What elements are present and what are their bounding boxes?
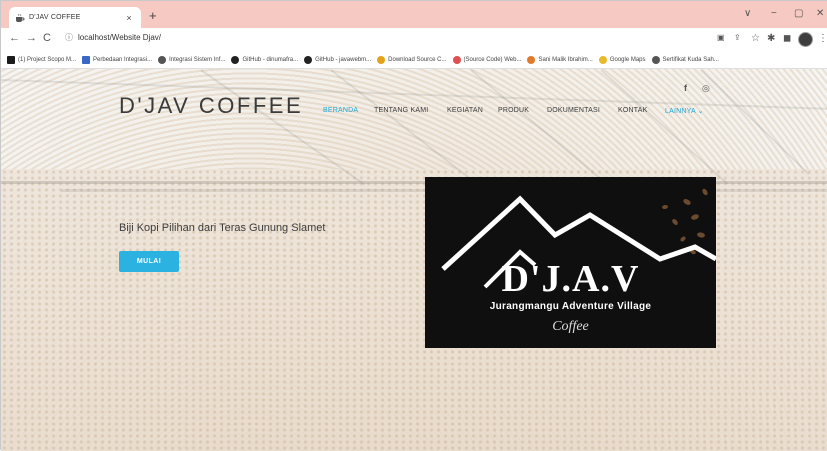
- hero-tagline: Biji Kopi Pilihan dari Teras Gunung Slam…: [119, 222, 326, 234]
- bookmark-item[interactable]: GitHub - dinumafra...: [231, 55, 298, 64]
- bookmark-item[interactable]: GitHub - javawebm...: [304, 55, 371, 64]
- maps-icon: [598, 55, 607, 64]
- github-icon: [304, 55, 313, 64]
- share-icon[interactable]: ⇪: [734, 33, 741, 42]
- logo-script: Coffee: [552, 319, 589, 334]
- source-icon: [452, 55, 461, 64]
- logo-subtitle: Jurangmangu Adventure Village: [489, 301, 652, 312]
- logo-mark: D'J.A.V: [501, 258, 640, 300]
- mulai-button[interactable]: MULAI: [119, 251, 179, 272]
- nav-beranda[interactable]: BERANDA: [323, 107, 358, 114]
- site-brand[interactable]: D'JAV COFFEE: [119, 93, 303, 119]
- bookmark-mail-icon: [82, 55, 91, 64]
- tab-search-icon[interactable]: ∨: [744, 8, 751, 19]
- bookmark-a-icon: [7, 55, 15, 64]
- star-icon[interactable]: ☆: [751, 33, 760, 44]
- bookmark-item[interactable]: (1) Project Scopo M...: [7, 55, 76, 64]
- tab-djav-coffee[interactable]: D'JAV COFFEE ×: [9, 7, 141, 28]
- coffee-cup-icon: [15, 13, 25, 23]
- nav-tentang-kami[interactable]: TENTANG KAMI: [374, 107, 428, 114]
- bookmark-item[interactable]: Sertifikat Kuda Sah...: [651, 55, 719, 64]
- browser-window: D'JAV COFFEE × + ∨ − ▢ ✕ ← → C ⓘ localho…: [0, 0, 827, 451]
- new-tab-button[interactable]: +: [149, 8, 157, 23]
- bookmark-item[interactable]: (Source Code) Web...: [452, 55, 521, 64]
- nav-lainnya[interactable]: LAINNYA ⌄: [665, 107, 704, 115]
- bookmark-item[interactable]: Download Source C...: [377, 55, 447, 64]
- tab-close-icon[interactable]: ×: [123, 13, 135, 23]
- back-icon[interactable]: ←: [9, 32, 20, 44]
- install-icon[interactable]: ▣: [717, 33, 725, 42]
- sidepanel-icon[interactable]: ◼: [783, 33, 791, 44]
- profile-icon[interactable]: [798, 32, 813, 47]
- more-icon[interactable]: ⋮: [818, 33, 827, 44]
- bookmark-item[interactable]: Sani Malik Ibrahim...: [527, 55, 593, 64]
- nav-kontak[interactable]: KONTAK: [618, 107, 647, 114]
- url-text: localhost/Website Djav/: [78, 33, 161, 42]
- instagram-icon[interactable]: ◎: [702, 83, 710, 94]
- djav-logo-image: D'J.A.V Jurangmangu Adventure Village Co…: [425, 177, 716, 348]
- nav-kegiatan[interactable]: KEGIATAN: [447, 107, 483, 114]
- github-icon: [231, 55, 240, 64]
- close-window-icon[interactable]: ✕: [816, 8, 824, 19]
- maximize-icon[interactable]: ▢: [794, 8, 803, 19]
- globe-icon: [651, 55, 660, 64]
- forward-icon[interactable]: →: [26, 32, 37, 44]
- bookmark-item[interactable]: Google Maps: [598, 55, 646, 64]
- facebook-icon[interactable]: f: [684, 83, 687, 93]
- nav-dokumentasi[interactable]: DOKUMENTASI: [547, 107, 600, 114]
- minimize-icon[interactable]: −: [771, 8, 777, 19]
- address-bar[interactable]: ⓘ localhost/Website Djav/: [65, 32, 161, 43]
- tab-strip: D'JAV COFFEE × + ∨ − ▢ ✕: [1, 1, 827, 28]
- web-page: D'JAV COFFEE BERANDA TENTANG KAMI KEGIAT…: [1, 69, 827, 451]
- reload-icon[interactable]: C: [43, 32, 51, 44]
- site-info-icon[interactable]: ⓘ: [65, 32, 73, 43]
- bookmarks-bar: (1) Project Scopo M... Perbedaan Integra…: [1, 51, 827, 69]
- browser-toolbar: ← → C ⓘ localhost/Website Djav/ ▣ ⇪ ☆ ✱ …: [1, 28, 827, 51]
- nav-produk[interactable]: PRODUK: [498, 107, 529, 114]
- extensions-icon[interactable]: ✱: [767, 33, 775, 44]
- tab-title: D'JAV COFFEE: [29, 14, 81, 21]
- bookmark-item[interactable]: Integrasi Sistem Inf...: [158, 55, 225, 64]
- bookmark-item[interactable]: Perbedaan Integrasi...: [82, 55, 152, 64]
- download-icon: [377, 55, 386, 64]
- heart-icon: [527, 55, 536, 64]
- globe-icon: [158, 55, 167, 64]
